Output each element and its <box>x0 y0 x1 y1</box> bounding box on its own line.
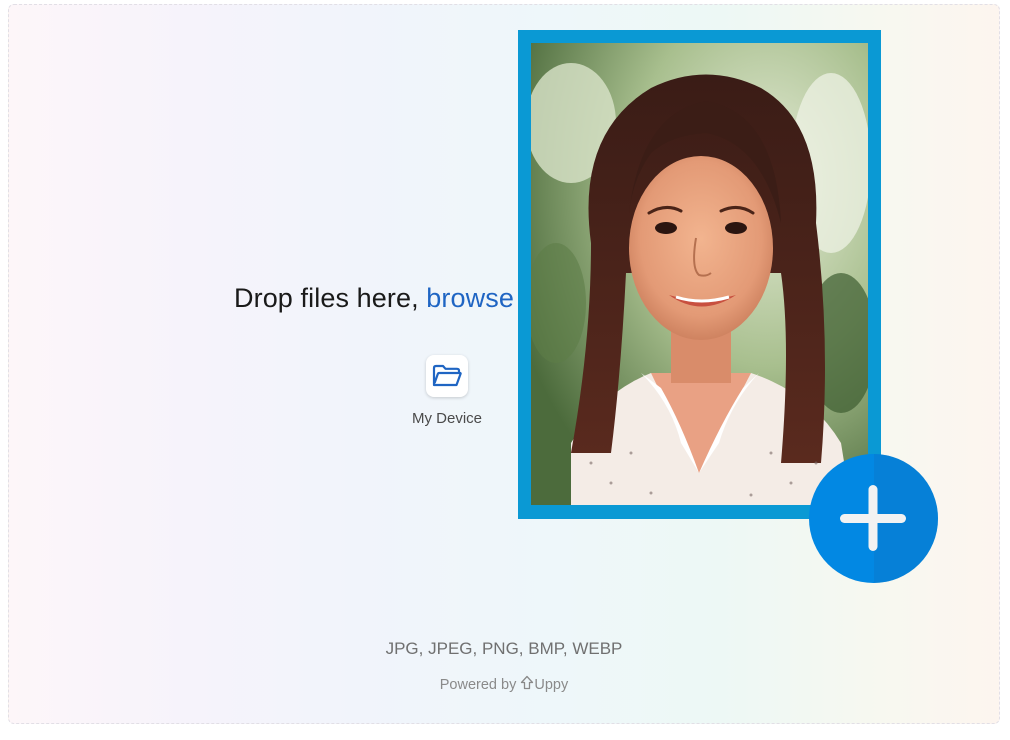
preview-photo <box>531 43 868 505</box>
my-device-button[interactable]: My Device <box>409 355 485 427</box>
drop-title-text: Drop files here, <box>234 283 427 313</box>
my-device-label: My Device <box>411 410 482 427</box>
portrait-photo <box>531 43 868 505</box>
uppy-brand[interactable]: Uppy <box>534 677 568 693</box>
folder-icon <box>432 364 462 387</box>
powered-by-label: Powered by <box>439 677 517 693</box>
browse-link[interactable]: browse <box>426 283 514 313</box>
uppy-arrow-icon <box>521 675 534 690</box>
image-preview <box>518 30 881 519</box>
my-device-icon-box[interactable] <box>426 355 468 397</box>
powered-by: Powered by Uppy <box>9 675 999 693</box>
plus-icon <box>840 454 938 583</box>
allowed-file-types: JPG, JPEG, PNG, BMP, WEBP <box>385 639 623 658</box>
drop-title: Drop files here, browse <box>234 283 514 314</box>
add-file-button[interactable] <box>809 454 938 583</box>
